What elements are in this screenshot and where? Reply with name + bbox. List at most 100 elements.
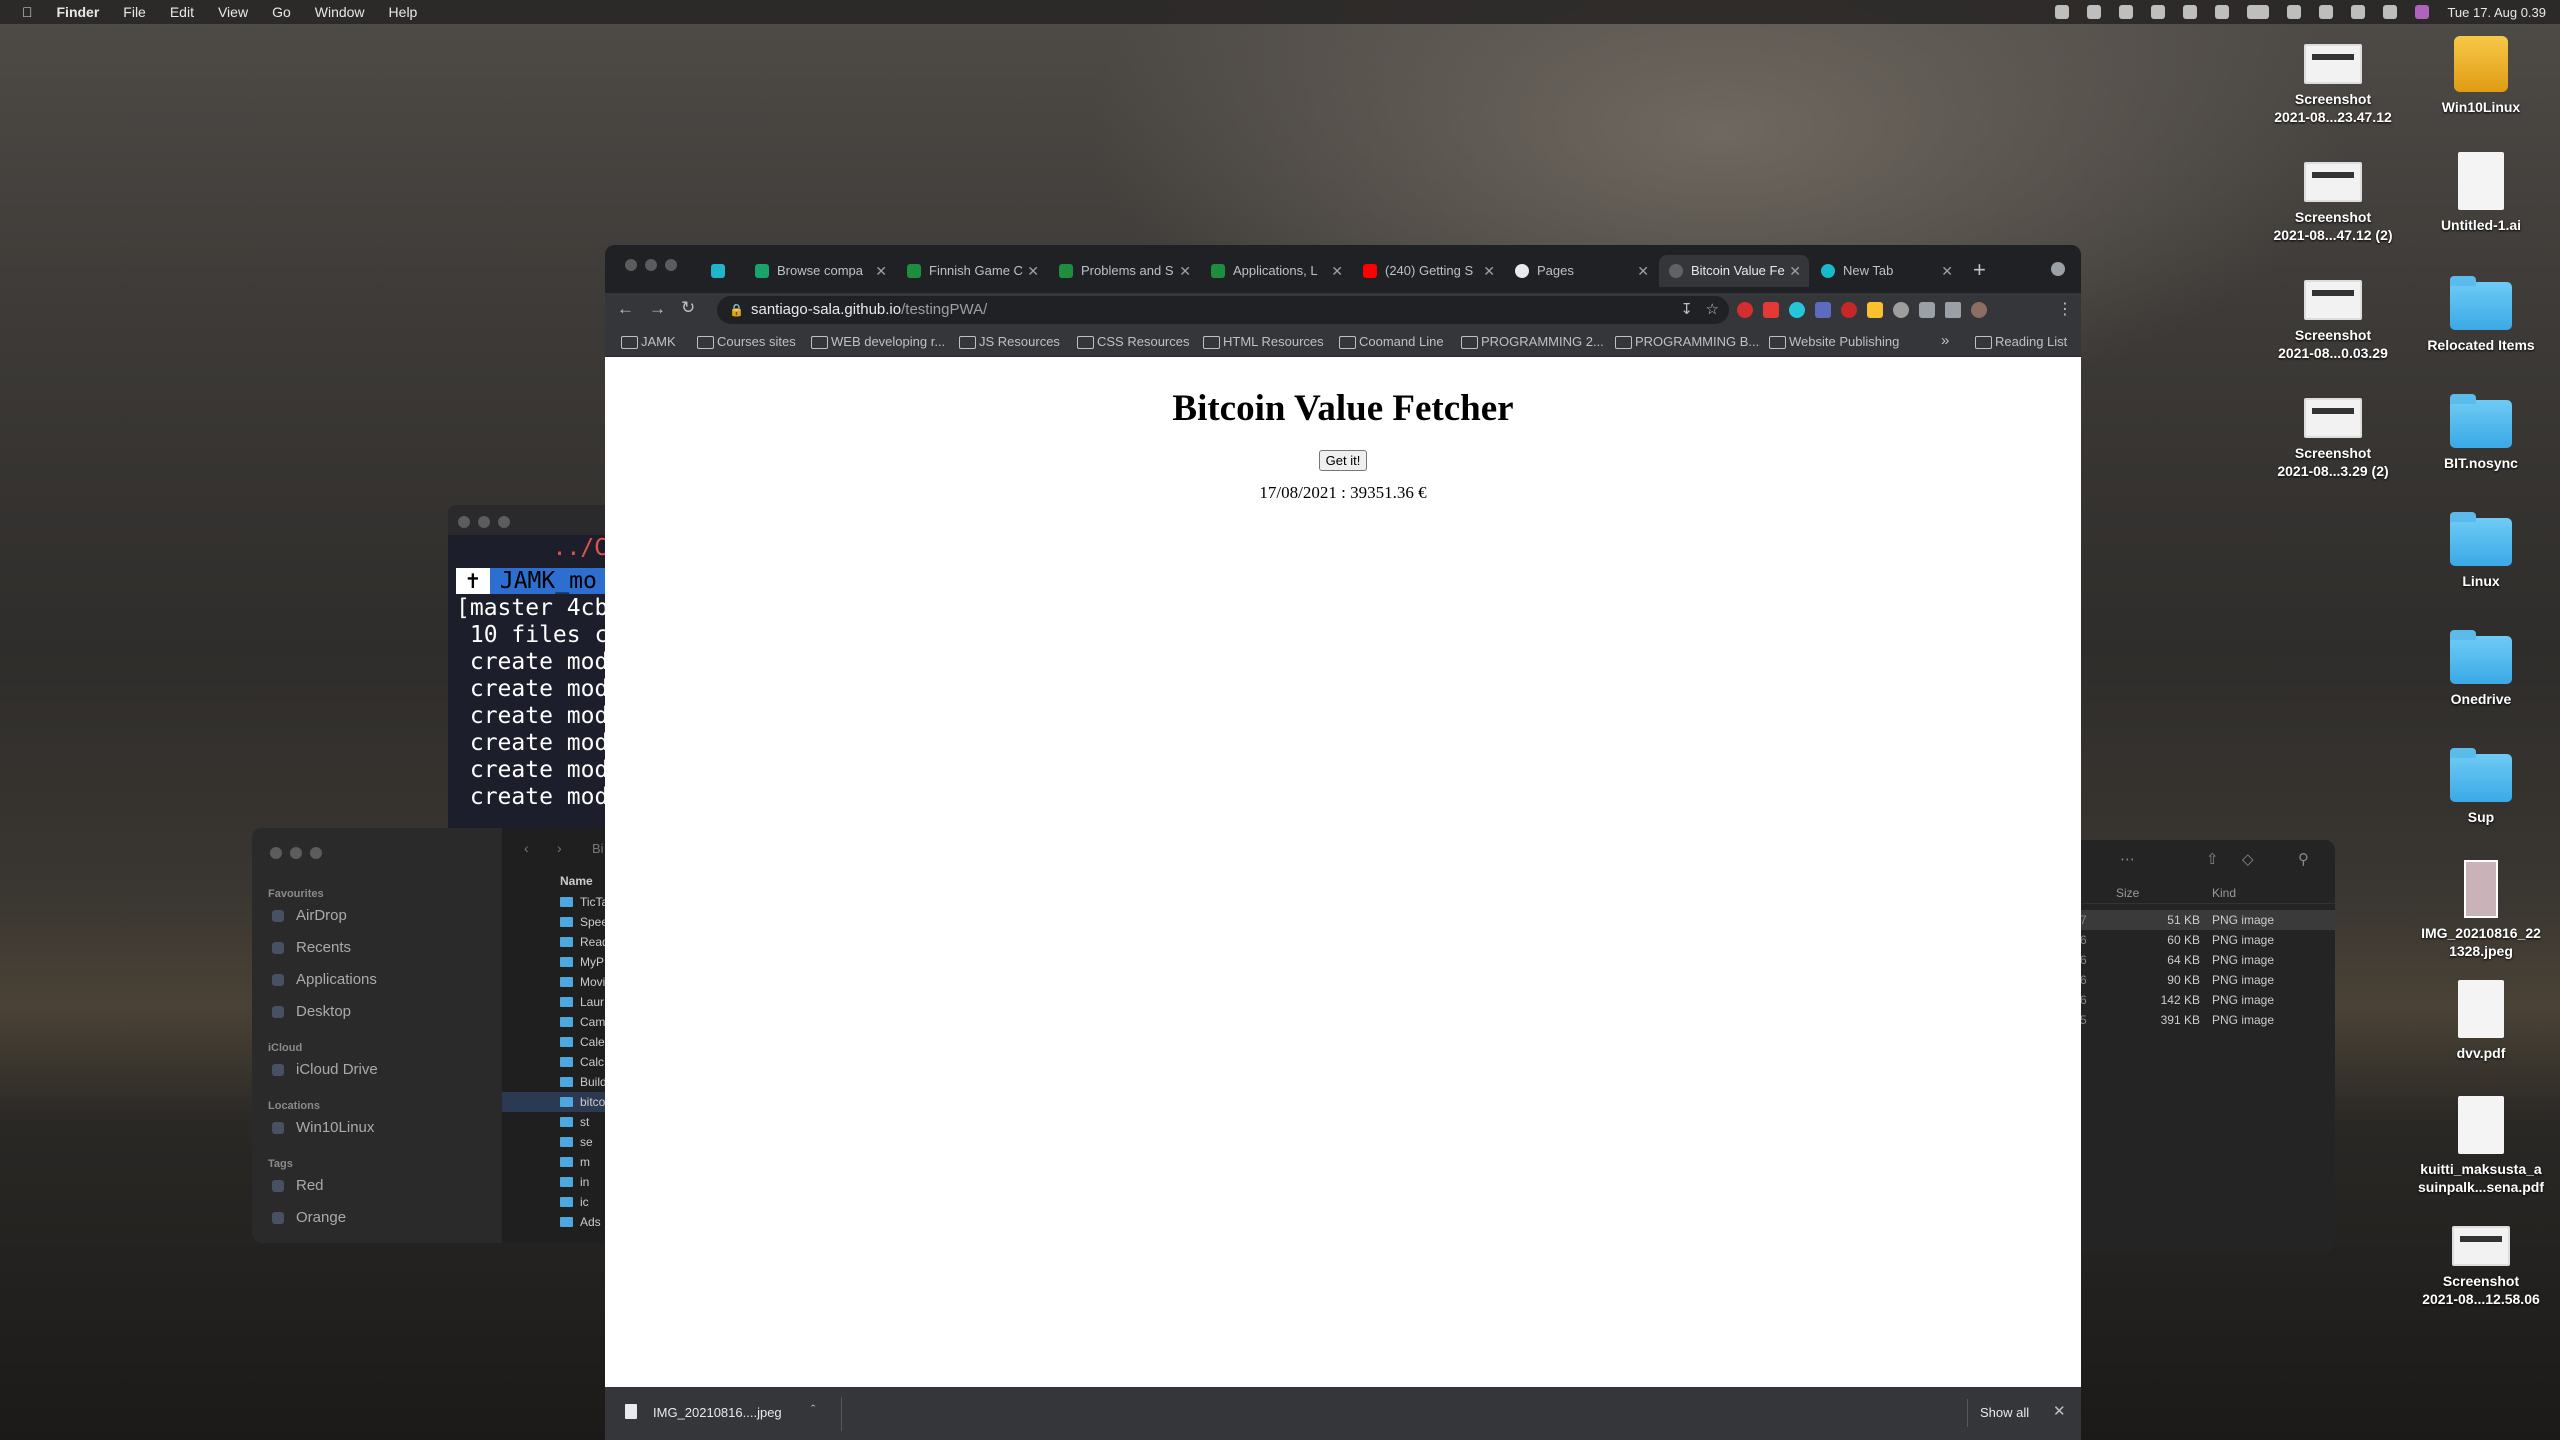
table-row[interactable]: 6 90 KB PNG image: [2080, 970, 2335, 990]
tab-close-icon[interactable]: ✕: [1027, 255, 1039, 287]
share-icon[interactable]: ⇧: [2206, 850, 2219, 868]
bookmark-js-resources[interactable]: JS Resources: [957, 334, 1060, 349]
cloud-icon[interactable]: [2087, 5, 2102, 19]
minimize-button[interactable]: [645, 259, 657, 271]
tag-icon[interactable]: ◇: [2242, 850, 2254, 868]
volume-icon[interactable]: [2151, 5, 2166, 19]
tab-close-icon[interactable]: ✕: [1179, 255, 1191, 287]
play-icon[interactable]: [2119, 5, 2134, 19]
tab-bitcoin-value-fetcher[interactable]: Bitcoin Value Fe ✕: [1659, 255, 1809, 287]
tab-problems[interactable]: Problems and S ✕: [1049, 255, 1199, 287]
back-icon[interactable]: ←: [617, 299, 634, 319]
extension-icon[interactable]: [1867, 302, 1883, 318]
back-icon[interactable]: ‹: [524, 840, 529, 856]
desktop-icon-linux[interactable]: Linux: [2406, 512, 2556, 590]
chrome-window[interactable]: Browse compa ✕ Finnish Game C ✕ Problems a…: [605, 245, 2081, 1440]
menu-app-finder[interactable]: Finder: [57, 4, 100, 20]
extension-icon[interactable]: [1737, 302, 1753, 318]
table-row[interactable]: 5 391 KB PNG image: [2080, 1010, 2335, 1030]
show-all-button[interactable]: Show all: [1967, 1399, 2041, 1427]
bookmark-website-publishing[interactable]: Website Publishing: [1767, 334, 1899, 349]
table-row[interactable]: 6 142 KB PNG image: [2080, 990, 2335, 1010]
bookmark-web-developing[interactable]: WEB developing r...: [809, 334, 945, 349]
desktop-icon-sup[interactable]: Sup: [2406, 748, 2556, 826]
table-row[interactable]: 6 64 KB PNG image: [2080, 950, 2335, 970]
menu-go[interactable]: Go: [272, 4, 291, 20]
zoom-button[interactable]: [665, 259, 677, 271]
tab-finnish-game[interactable]: Finnish Game C ✕: [897, 255, 1047, 287]
tab-applications[interactable]: Applications, L ✕: [1201, 255, 1351, 287]
tab-close-icon[interactable]: ✕: [1331, 255, 1343, 287]
desktop-icon-untitled-ai[interactable]: Untitled-1.ai: [2406, 152, 2556, 234]
address-bar[interactable]: 🔒 santiago-sala.github.io/testingPWA/ ↧ …: [717, 296, 1729, 324]
rocket-icon[interactable]: [2055, 5, 2070, 19]
menubar-clock[interactable]: Tue 17. Aug 0.39: [2447, 5, 2546, 20]
sidebar-tag-orange[interactable]: Orange: [252, 1202, 502, 1234]
sidebar-item-airdrop[interactable]: AirDrop: [252, 900, 502, 932]
tab-close-icon[interactable]: ✕: [875, 255, 887, 287]
desktop-icon-bit-nosync[interactable]: BIT.nosync: [2406, 394, 2556, 472]
tab-close-icon[interactable]: ✕: [1483, 255, 1495, 287]
reload-icon[interactable]: ↻: [681, 298, 695, 318]
bookmark-programming-b[interactable]: PROGRAMMING B...: [1613, 334, 1759, 349]
desktop-icon-screenshot-4[interactable]: Screenshot 2021-08...3.29 (2): [2258, 398, 2408, 480]
extension-icon[interactable]: [1841, 302, 1857, 318]
control-center-icon[interactable]: [2383, 5, 2398, 19]
sidebar-tag-red[interactable]: Red: [252, 1170, 502, 1202]
puzzle-icon[interactable]: [1919, 302, 1935, 318]
sidebar-item-icloud-drive[interactable]: iCloud Drive: [252, 1054, 502, 1086]
tab-new-tab[interactable]: New Tab ✕: [1811, 255, 1961, 287]
menu-view[interactable]: View: [218, 4, 248, 20]
tab-close-icon[interactable]: ✕: [1789, 255, 1801, 287]
close-button[interactable]: [458, 516, 470, 528]
extension-icon[interactable]: [1815, 302, 1831, 318]
desktop-icon-screenshot-5[interactable]: Screenshot 2021-08...12.58.06: [2406, 1226, 2556, 1308]
tab-browse-companies[interactable]: Browse compa ✕: [745, 255, 895, 287]
user-icon[interactable]: [2319, 5, 2334, 19]
desktop-icon-screenshot-3[interactable]: Screenshot 2021-08...0.03.29: [2258, 280, 2408, 362]
chevron-up-icon[interactable]: ˆ: [811, 1402, 815, 1417]
tab-youtube[interactable]: (240) Getting S ✕: [1353, 255, 1503, 287]
battery-icon[interactable]: [2247, 5, 2270, 19]
minimize-button[interactable]: [290, 847, 302, 859]
menu-help[interactable]: Help: [389, 4, 418, 20]
tab-close-icon[interactable]: ✕: [1941, 255, 1953, 287]
extension-icon[interactable]: [1789, 302, 1805, 318]
tab-pages[interactable]: Pages ✕: [1505, 255, 1657, 287]
desktop-icon-screenshot-1[interactable]: Screenshot 2021-08...23.47.12: [2258, 44, 2408, 126]
tab-search-icon[interactable]: [2051, 262, 2065, 276]
close-button[interactable]: [270, 847, 282, 859]
bookmarks-more-button[interactable]: »: [1941, 332, 1949, 349]
sidebar-item-win10linux[interactable]: Win10Linux: [252, 1112, 502, 1144]
install-icon[interactable]: ↧: [1680, 296, 1693, 324]
desktop-icon-relocated-items[interactable]: Relocated Items: [2406, 276, 2556, 354]
menu-edit[interactable]: Edit: [170, 4, 194, 20]
siri-icon[interactable]: [2415, 5, 2430, 19]
desktop-icon-win10linux[interactable]: Win10Linux: [2406, 36, 2556, 116]
desktop-icon-onedrive[interactable]: Onedrive: [2406, 630, 2556, 708]
bookmark-html-resources[interactable]: HTML Resources: [1201, 334, 1324, 349]
reading-mode-icon[interactable]: [1945, 302, 1961, 318]
sidebar-item-recents[interactable]: Recents: [252, 932, 502, 964]
column-header-size[interactable]: Size: [2116, 882, 2139, 904]
tab-pinned[interactable]: [705, 255, 735, 287]
wifi-icon[interactable]: [2287, 5, 2302, 19]
bookmark-coomand-line[interactable]: Coomand Line: [1337, 334, 1444, 349]
search-icon[interactable]: [2351, 5, 2366, 19]
desktop-icon-kuitti-pdf[interactable]: kuitti_maksusta_a suinpalk...sena.pdf: [2406, 1096, 2556, 1196]
sidebar-item-desktop[interactable]: Desktop: [252, 996, 502, 1028]
bookmark-jamk[interactable]: JAMK: [619, 334, 676, 349]
new-tab-button[interactable]: +: [1973, 257, 1986, 283]
forward-icon[interactable]: ›: [557, 840, 562, 856]
desktop-icon-dvv-pdf[interactable]: dvv.pdf: [2406, 980, 2556, 1062]
extension-icon[interactable]: [1763, 302, 1779, 318]
forward-icon[interactable]: →: [649, 299, 666, 319]
desktop-icon-screenshot-2[interactable]: Screenshot 2021-08...47.12 (2): [2258, 162, 2408, 244]
bluetooth-icon[interactable]: [2215, 5, 2230, 19]
terminal-window[interactable]: ../C ✝ JAMK_mo [master 4cb2 10 files ch c…: [448, 505, 608, 835]
desktop-icon-img-jpeg[interactable]: IMG_20210816_22 1328.jpeg: [2406, 860, 2556, 960]
zoom-button[interactable]: [310, 847, 322, 859]
avatar[interactable]: [1971, 302, 1987, 318]
apple-menu-icon[interactable]: : [22, 4, 33, 20]
download-item-name[interactable]: IMG_20210816....jpeg: [653, 1405, 782, 1420]
